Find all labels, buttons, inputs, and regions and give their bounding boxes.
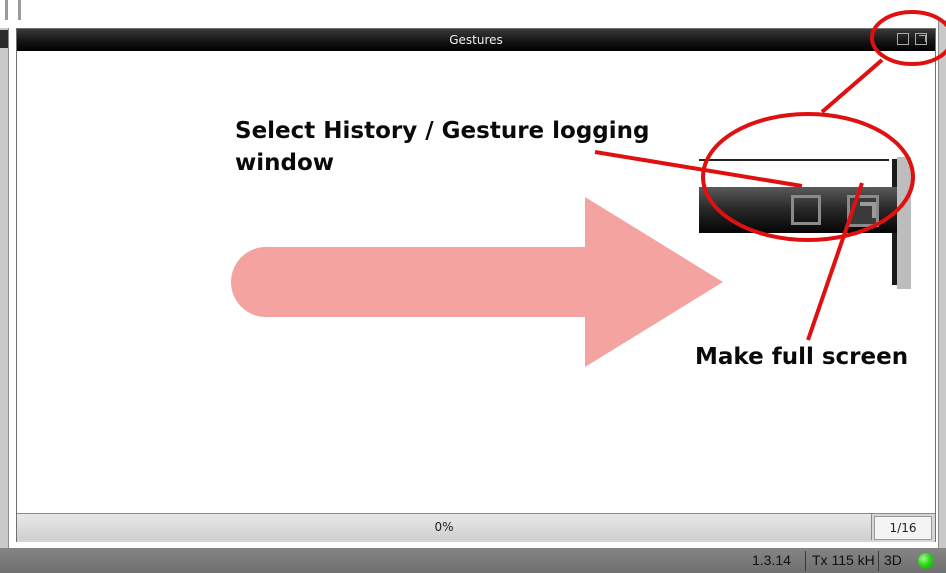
history-leader-line [594,150,803,188]
tx-frequency-label: Tx 115 kH [812,552,875,568]
connection-status-icon [918,553,934,569]
pink-arrow-icon [231,197,723,367]
zoom-leader-line [820,58,884,114]
mode-3d-label[interactable]: 3D [884,548,902,573]
zoom-highlight-ellipse [701,112,915,242]
version-label: 1.3.14 [752,552,791,568]
titlebar-highlight-circle [870,10,946,66]
status-separator [878,551,879,571]
status-bar: 1.3.14 Tx 115 kH 3D [0,548,946,573]
annotation-overlay [231,10,946,367]
status-separator [805,551,806,571]
fullscreen-leader-line [806,182,864,341]
